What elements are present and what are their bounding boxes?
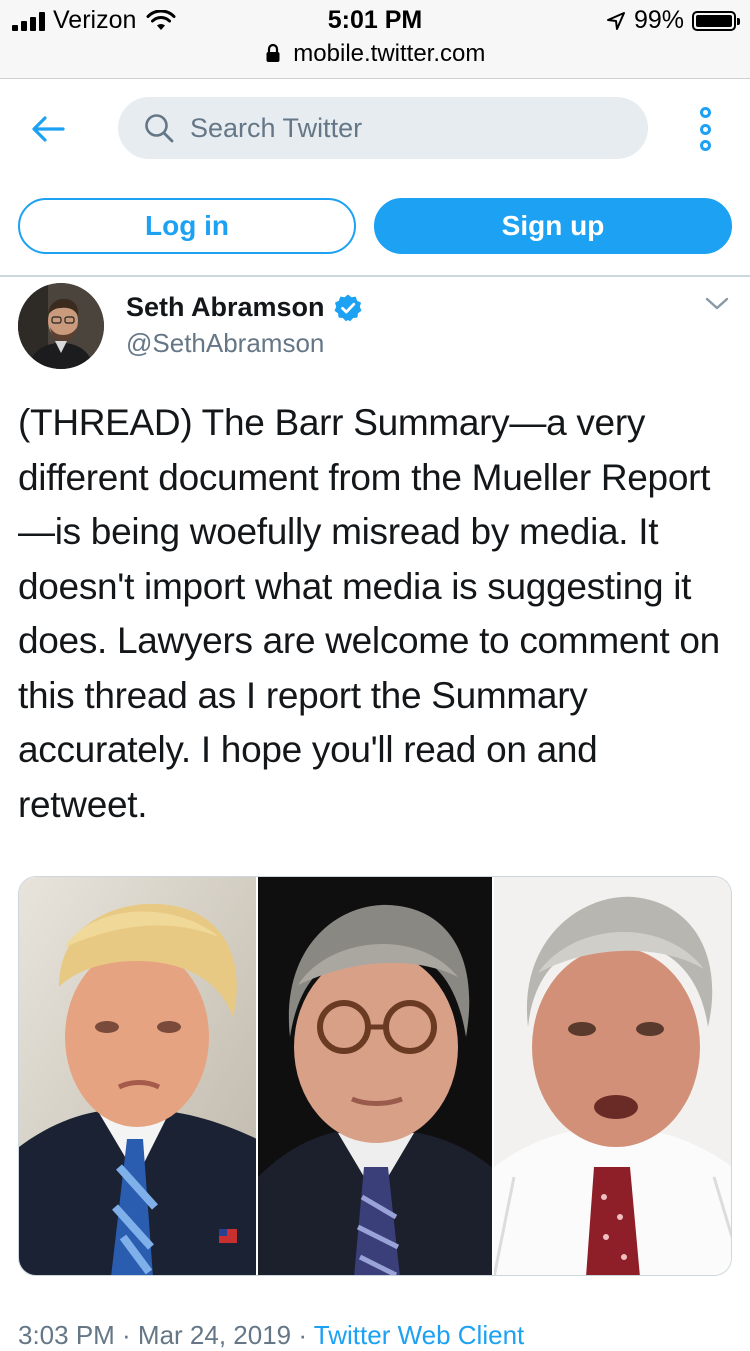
avatar[interactable] [18, 283, 104, 369]
display-name-text: Seth Abramson [126, 292, 325, 322]
chevron-down-icon [705, 297, 729, 310]
photo-portrait-3 [494, 877, 731, 1275]
battery-fill [696, 14, 732, 27]
media-photo-2[interactable] [257, 877, 495, 1275]
tweet-text: (THREAD) The Barr Summary—a very differe… [18, 402, 720, 825]
photo-portrait-2 [257, 877, 493, 1275]
more-vertical-icon [699, 107, 711, 118]
tweet-source-link[interactable]: Twitter Web Client [314, 1320, 524, 1350]
tweet-author-handle[interactable]: @SethAbramson [126, 328, 324, 359]
tweet-menu-button[interactable] [704, 294, 730, 314]
location-arrow-icon [606, 11, 625, 30]
twitter-header [0, 79, 750, 179]
tweet-timestamp: 3:03 PM · Mar 24, 2019 · Twitter Web Cli… [18, 1320, 524, 1351]
battery-icon [692, 10, 740, 31]
tweet-media[interactable] [18, 876, 732, 1276]
arrow-left-icon [32, 116, 65, 142]
browser-url-bar[interactable]: mobile.twitter.com [0, 40, 750, 79]
back-button[interactable] [28, 109, 68, 149]
sign-up-button[interactable]: Sign up [374, 198, 732, 254]
media-photo-3[interactable] [494, 877, 731, 1275]
search-box[interactable] [118, 97, 648, 159]
more-options-button[interactable] [690, 107, 720, 151]
search-icon [145, 114, 174, 143]
battery-percent: 99% [633, 6, 684, 34]
search-input[interactable] [188, 111, 632, 145]
status-bar: Verizon 5:01 PM 99% [0, 0, 750, 40]
status-bar-right: 99% [606, 6, 740, 35]
tweet-author-name[interactable]: Seth Abramson [126, 292, 363, 323]
log-in-button[interactable]: Log in [18, 198, 356, 254]
photo-portrait-1 [19, 877, 256, 1275]
tweet-date: 3:03 PM · Mar 24, 2019 · [18, 1320, 314, 1350]
verified-badge-icon [334, 294, 362, 321]
lock-icon [266, 43, 280, 62]
browser-url: mobile.twitter.com [293, 40, 486, 67]
media-photo-1[interactable] [19, 877, 258, 1275]
avatar-photo [18, 283, 104, 369]
header-divider [0, 275, 750, 277]
